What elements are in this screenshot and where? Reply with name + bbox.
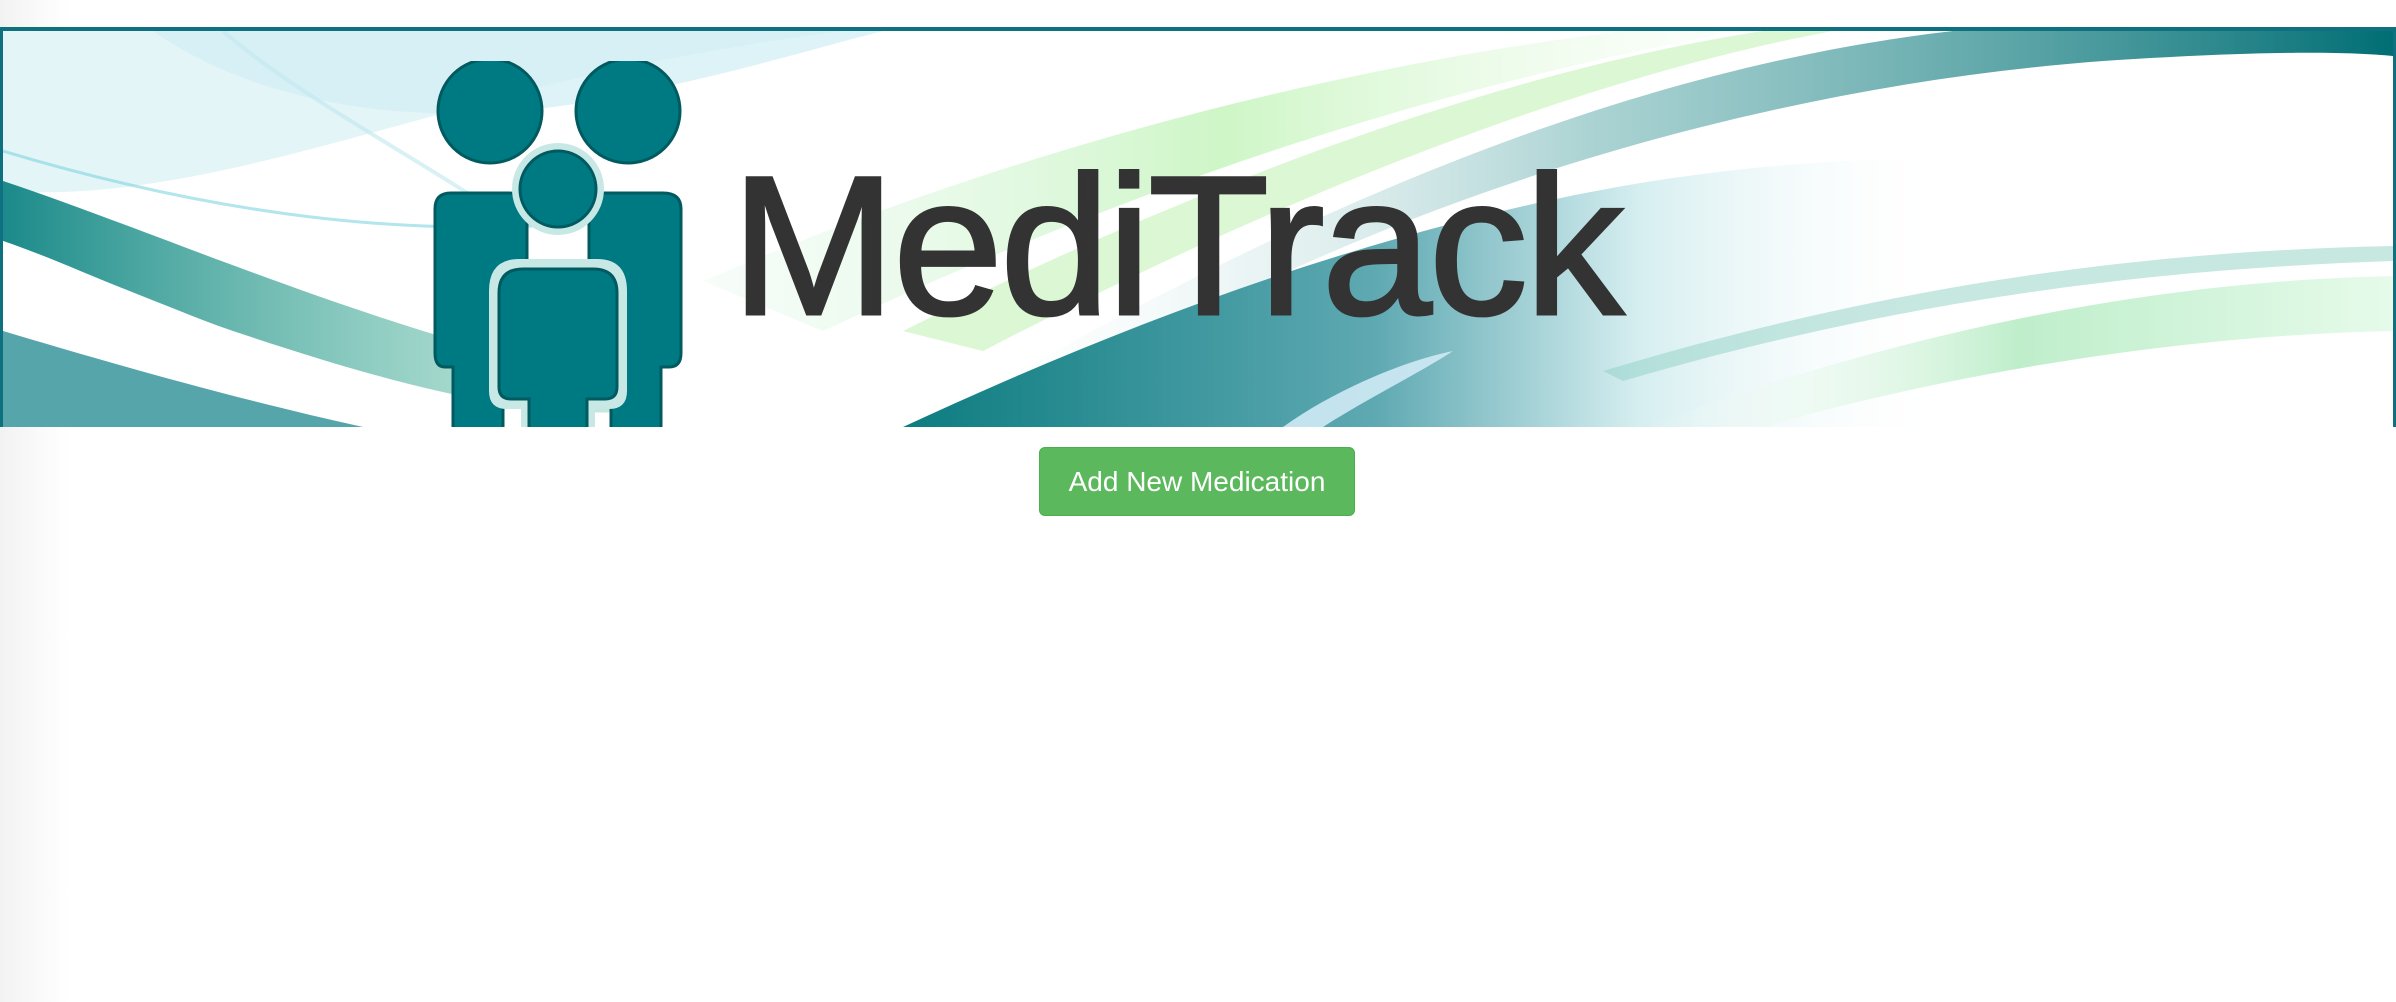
brand-name: MediTrack (730, 134, 1626, 358)
family-icon (433, 61, 683, 427)
page: MediTrack Add New Medication (0, 0, 2396, 1002)
header-banner: MediTrack (0, 27, 2396, 427)
add-new-medication-button[interactable]: Add New Medication (1039, 447, 1355, 516)
